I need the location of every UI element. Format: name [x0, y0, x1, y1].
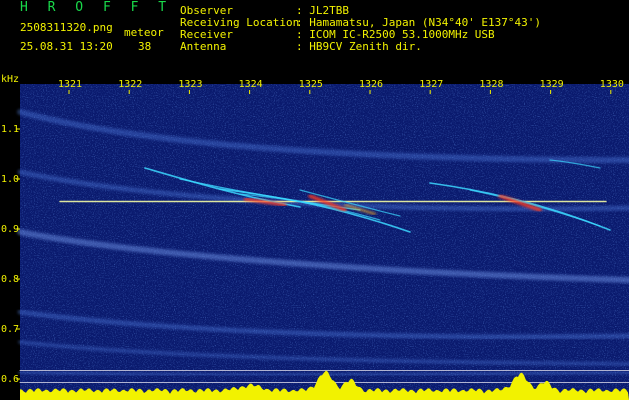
y-tick-label: 1.0 [1, 174, 20, 185]
spectrogram [0, 84, 629, 400]
x-tick-label: 1324 [238, 79, 263, 90]
y-tick-label: 0.7 [1, 324, 20, 335]
antenna-label: Antenna [180, 40, 227, 53]
file-name: 2508311320.png [20, 21, 113, 34]
y-tick-label: 0.6 [1, 374, 20, 385]
app-title: H R O F F T [20, 0, 173, 15]
x-tick-label: 1323 [178, 79, 203, 90]
x-tick-label: 1325 [298, 79, 323, 90]
x-tick-label: 1329 [539, 79, 564, 90]
y-tick-label: 0.8 [1, 274, 20, 285]
timestamp: 25.08.31 13:20 [20, 40, 113, 53]
meteor-count: 38 [138, 40, 152, 53]
mode-label: meteor [124, 26, 164, 39]
x-tick-label: 1327 [419, 79, 444, 90]
antenna-value: : HB9CV Zenith dir. [296, 40, 422, 53]
y-tick-label: 0.9 [1, 224, 20, 235]
x-tick-label: 1328 [479, 79, 504, 90]
x-tick-label: 1322 [118, 79, 143, 90]
x-tick-label: 1321 [58, 79, 83, 90]
x-tick-label: 1330 [599, 79, 624, 90]
y-tick-label: 1.1 [1, 124, 20, 135]
x-tick-label: 1326 [359, 79, 384, 90]
header-panel: H R O F F T 2508311320.png 25.08.31 13:2… [0, 0, 629, 85]
